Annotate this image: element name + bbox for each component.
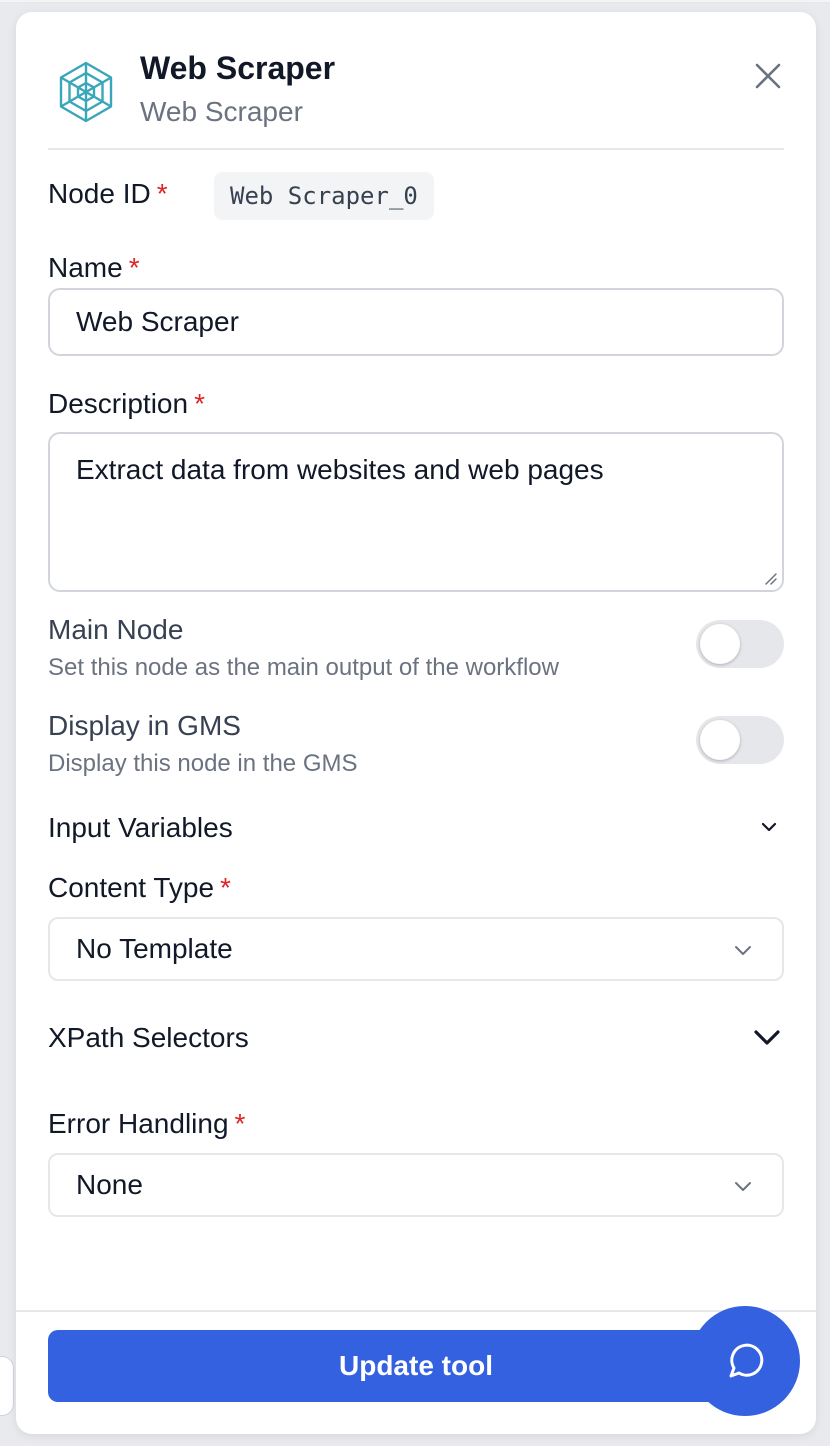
close-icon — [755, 63, 781, 89]
panel-header: Web Scraper Web Scraper — [48, 50, 784, 150]
required-mark: * — [156, 178, 168, 209]
required-mark: * — [234, 1108, 246, 1139]
canvas-edge-handle — [0, 1356, 14, 1416]
chevron-down-icon — [735, 1182, 751, 1191]
required-mark: * — [220, 872, 231, 903]
content-type-selected-value: No Template — [76, 933, 233, 964]
footer-divider — [16, 1310, 816, 1312]
spider-web-icon — [54, 60, 118, 124]
update-tool-button[interactable]: Update tool — [48, 1330, 784, 1402]
header-divider — [48, 148, 784, 150]
toggle-knob — [700, 624, 740, 664]
backdrop-edge — [0, 0, 830, 3]
content-type-label-text: Content Type — [48, 872, 215, 903]
description-textarea[interactable]: Extract data from websites and web pages — [48, 432, 784, 592]
required-mark: * — [128, 252, 140, 283]
chevron-down-icon — [754, 1030, 780, 1045]
panel-subtitle: Web Scraper — [140, 96, 303, 127]
chevron-down-icon — [735, 946, 751, 955]
display-in-gms-title: Display in GMS — [48, 710, 241, 741]
resize-grip-icon[interactable] — [762, 570, 778, 586]
error-handling-label: Error Handling * — [48, 1108, 245, 1140]
xpath-selectors-section[interactable]: XPath Selectors — [48, 1016, 784, 1060]
input-variables-label: Input Variables — [48, 812, 233, 843]
error-handling-selected-value: None — [76, 1169, 143, 1200]
content-type-label: Content Type * — [48, 872, 231, 904]
error-handling-select[interactable]: None — [48, 1153, 784, 1217]
chevron-down-icon — [761, 822, 777, 832]
error-handling-label-text: Error Handling — [48, 1108, 229, 1139]
xpath-selectors-label: XPath Selectors — [48, 1022, 249, 1053]
node-id-value: Web Scraper_0 — [214, 172, 434, 220]
display-in-gms-toggle[interactable] — [696, 716, 784, 764]
input-variables-section[interactable]: Input Variables — [48, 806, 784, 850]
name-input[interactable]: Web Scraper — [48, 288, 784, 356]
required-mark: * — [194, 388, 205, 419]
name-label: Name * — [48, 252, 140, 284]
node-config-panel: Web Scraper Web Scraper Node ID * Web Scr… — [16, 12, 816, 1434]
main-node-description: Set this node as the main output of the … — [48, 654, 559, 681]
name-label-text: Name — [48, 252, 123, 283]
close-button[interactable] — [748, 56, 788, 96]
name-input-value: Web Scraper — [76, 306, 239, 337]
description-label: Description * — [48, 388, 205, 420]
chat-button[interactable] — [690, 1306, 800, 1416]
panel-title: Web Scraper — [140, 50, 336, 86]
node-id-label: Node ID * — [48, 178, 168, 210]
main-node-toggle[interactable] — [696, 620, 784, 668]
description-label-text: Description — [48, 388, 189, 419]
chat-bubble-icon — [729, 1343, 764, 1378]
description-textarea-value: Extract data from websites and web pages — [76, 454, 604, 485]
toggle-knob — [700, 720, 740, 760]
main-node-title: Main Node — [48, 614, 184, 645]
node-id-label-text: Node ID — [48, 178, 151, 209]
content-type-select[interactable]: No Template — [48, 917, 784, 981]
display-in-gms-description: Display this node in the GMS — [48, 750, 358, 777]
